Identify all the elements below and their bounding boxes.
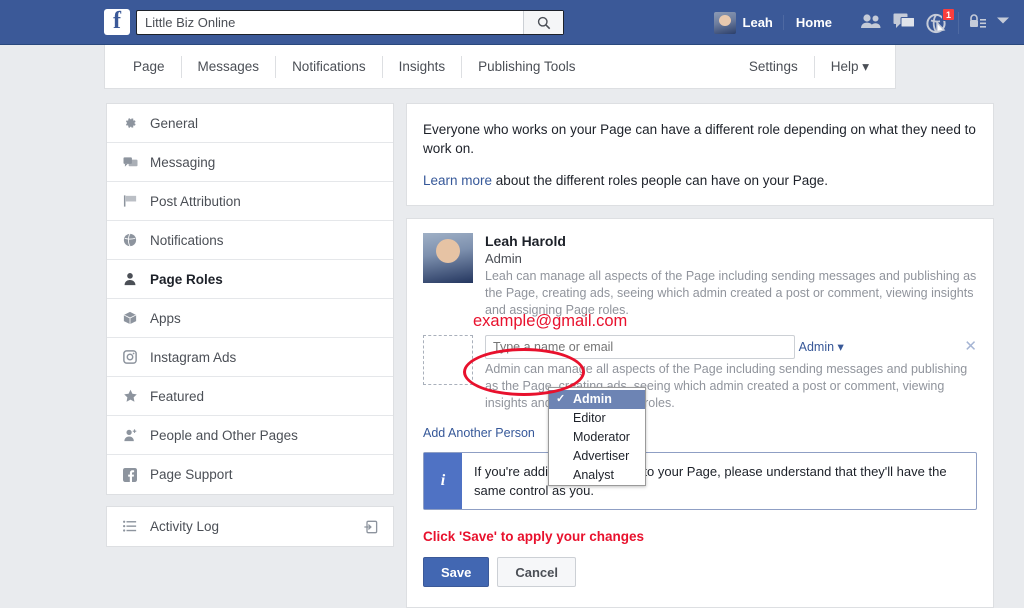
- arrow-into-box-icon[interactable]: [361, 520, 379, 534]
- intro-panel: Everyone who works on your Page can have…: [406, 103, 994, 206]
- tab-publishing-tools[interactable]: Publishing Tools: [462, 56, 591, 78]
- sidebar-item-label: Messaging: [150, 154, 216, 170]
- list-icon: [121, 520, 139, 533]
- avatar: [423, 233, 473, 283]
- intro-text-rest: about the different roles people can hav…: [492, 173, 829, 188]
- nav-icon-group: 1: [844, 7, 955, 33]
- top-nav-right: Leah Home 1: [713, 0, 1010, 45]
- name-or-email-input[interactable]: [485, 335, 795, 359]
- person-name: Leah Harold: [485, 233, 566, 249]
- role-option-moderator[interactable]: Moderator: [549, 428, 645, 447]
- sidebar-item-page-support[interactable]: Page Support: [107, 455, 393, 494]
- search-icon: [537, 16, 550, 29]
- settings-sidebar: General Messaging Post Attribution Notif…: [106, 103, 394, 547]
- add-another-person-link[interactable]: Add Another Person: [423, 426, 535, 440]
- sidebar-item-label: Post Attribution: [150, 193, 241, 209]
- page-tabs-right: Settings Help ▾: [733, 45, 895, 88]
- sidebar-item-label: People and Other Pages: [150, 427, 298, 443]
- sidebar-item-label: Notifications: [150, 232, 224, 248]
- new-person-row: Admin ▾ Admin can manage all aspects of …: [423, 335, 977, 486]
- tab-notifications[interactable]: Notifications: [276, 55, 383, 78]
- sidebar-item-people-and-other-pages[interactable]: People and Other Pages: [107, 416, 393, 455]
- sidebar-item-label: Apps: [150, 310, 181, 326]
- sidebar-item-messaging[interactable]: Messaging: [107, 143, 393, 182]
- sidebar-item-label: Page Support: [150, 467, 233, 482]
- sidebar-item-label: Featured: [150, 388, 205, 404]
- role-dropdown-menu[interactable]: Admin Editor Moderator Advertiser Analys…: [548, 387, 646, 486]
- sidebar-item-label: Page Roles: [150, 271, 223, 287]
- messages-icon[interactable]: [893, 13, 915, 33]
- tab-settings[interactable]: Settings: [733, 55, 815, 78]
- new-person-fields: Admin ▾ Admin can manage all aspects of …: [485, 335, 977, 486]
- sidebar-item-post-attribution[interactable]: Post Attribution: [107, 182, 393, 221]
- facebook-logo-icon[interactable]: f: [104, 9, 130, 35]
- role-option-advertiser[interactable]: Advertiser: [549, 447, 645, 466]
- privacy-lock-icon[interactable]: [969, 13, 987, 33]
- page-tabs: Page Messages Notifications Insights Pub…: [105, 45, 591, 88]
- avatar[interactable]: [713, 11, 736, 34]
- sidebar-item-label: Activity Log: [150, 519, 220, 534]
- tab-messages[interactable]: Messages: [182, 55, 277, 78]
- tab-help[interactable]: Help ▾: [815, 56, 895, 78]
- person-description: Leah can manage all aspects of the Page …: [485, 269, 977, 317]
- sidebar-item-general[interactable]: General: [107, 104, 393, 143]
- learn-more-link[interactable]: Learn more: [423, 173, 492, 188]
- person-plus-icon: [121, 428, 139, 442]
- page-roles-main: Everyone who works on your Page can have…: [406, 103, 994, 608]
- existing-person-row: Leah Harold Admin Leah can manage all as…: [423, 233, 977, 319]
- intro-text: Everyone who works on your Page can have…: [423, 122, 976, 156]
- role-dropdown-trigger[interactable]: Admin ▾: [799, 339, 844, 354]
- sidebar-item-page-roles[interactable]: Page Roles: [107, 260, 393, 299]
- page-secondary-nav: Page Messages Notifications Insights Pub…: [104, 45, 896, 89]
- cancel-button[interactable]: Cancel: [497, 557, 577, 587]
- save-button[interactable]: Save: [423, 557, 490, 587]
- nav-home-link[interactable]: Home: [782, 15, 844, 30]
- tab-insights[interactable]: Insights: [383, 55, 463, 78]
- search-input[interactable]: [137, 11, 523, 34]
- role-option-editor[interactable]: Editor: [549, 409, 645, 428]
- admin-warning-callout: i If you're adding a new admin to your P…: [423, 452, 977, 510]
- sidebar-item-label: General: [150, 115, 199, 131]
- sidebar-item-featured[interactable]: Featured: [107, 377, 393, 416]
- save-hint-annotation: Click 'Save' to apply your changes: [423, 529, 644, 544]
- callout-text: If you're adding a new admin to your Pag…: [474, 464, 947, 498]
- sidebar-item-activity-log[interactable]: Activity Log: [107, 507, 393, 546]
- intro-learn-more-line: Learn more about the different roles peo…: [423, 171, 977, 190]
- activity-log-card: Activity Log: [106, 506, 394, 547]
- account-icon-group: [969, 13, 1010, 33]
- sidebar-item-notifications[interactable]: Notifications: [107, 221, 393, 260]
- notifications-globe-icon[interactable]: 1: [926, 7, 955, 33]
- search-button[interactable]: [523, 11, 563, 34]
- existing-person-info: Leah Harold Admin Leah can manage all as…: [485, 233, 977, 319]
- global-search[interactable]: [136, 10, 564, 35]
- facebook-top-bar: f Leah Home: [0, 0, 1024, 45]
- person-icon: [121, 272, 139, 286]
- avatar-placeholder: [423, 335, 473, 385]
- sidebar-item-label: Instagram Ads: [150, 349, 237, 365]
- info-icon: i: [424, 453, 462, 509]
- settings-menu-card: General Messaging Post Attribution Notif…: [106, 103, 394, 495]
- notification-badge: 1: [942, 7, 955, 21]
- role-option-admin[interactable]: Admin: [549, 390, 645, 409]
- friend-requests-icon[interactable]: [860, 13, 882, 33]
- role-option-analyst[interactable]: Analyst: [549, 466, 645, 485]
- sidebar-item-instagram-ads[interactable]: Instagram Ads: [107, 338, 393, 377]
- star-icon: [121, 389, 139, 403]
- person-role: Admin: [485, 251, 522, 266]
- flag-icon: [121, 194, 139, 208]
- nav-divider: [958, 11, 959, 34]
- action-buttons: Save Cancel: [423, 557, 977, 587]
- chat-bubbles-icon: [121, 155, 139, 169]
- close-icon[interactable]: ✕: [964, 339, 977, 354]
- nav-user-name[interactable]: Leah: [736, 15, 783, 30]
- roles-panel: Leah Harold Admin Leah can manage all as…: [406, 218, 994, 608]
- box-icon: [121, 311, 139, 325]
- gear-icon: [121, 116, 139, 130]
- sidebar-item-apps[interactable]: Apps: [107, 299, 393, 338]
- account-chevron-down-icon[interactable]: [996, 13, 1010, 33]
- tab-page[interactable]: Page: [105, 55, 182, 78]
- globe-icon: [121, 233, 139, 247]
- facebook-square-icon: [121, 467, 139, 482]
- instagram-icon: [121, 350, 139, 364]
